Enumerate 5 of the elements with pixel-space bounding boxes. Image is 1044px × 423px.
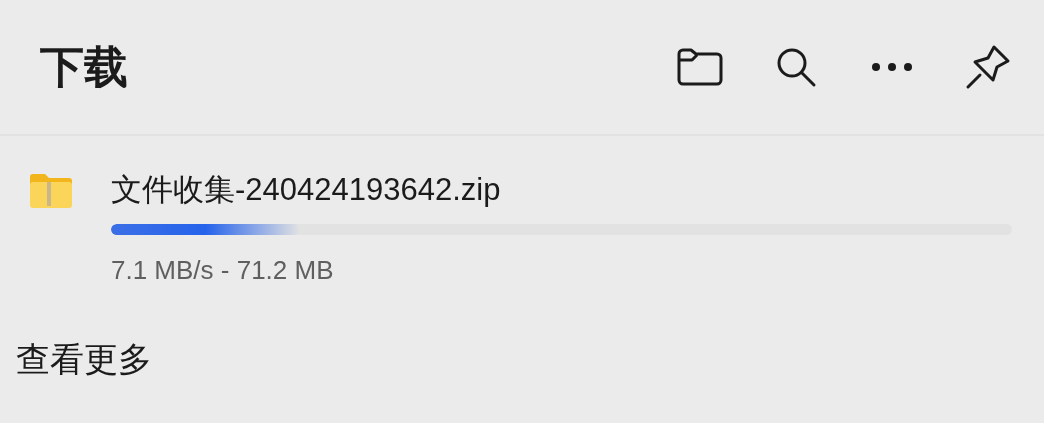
file-name[interactable]: 文件收集-240424193642.zip (111, 170, 1012, 210)
panel-title: 下载 (40, 45, 128, 89)
download-status: 7.1 MB/s - 71.2 MB (111, 254, 335, 287)
zip-folder-icon (28, 173, 74, 209)
see-more-link[interactable]: 查看更多 (16, 339, 152, 379)
